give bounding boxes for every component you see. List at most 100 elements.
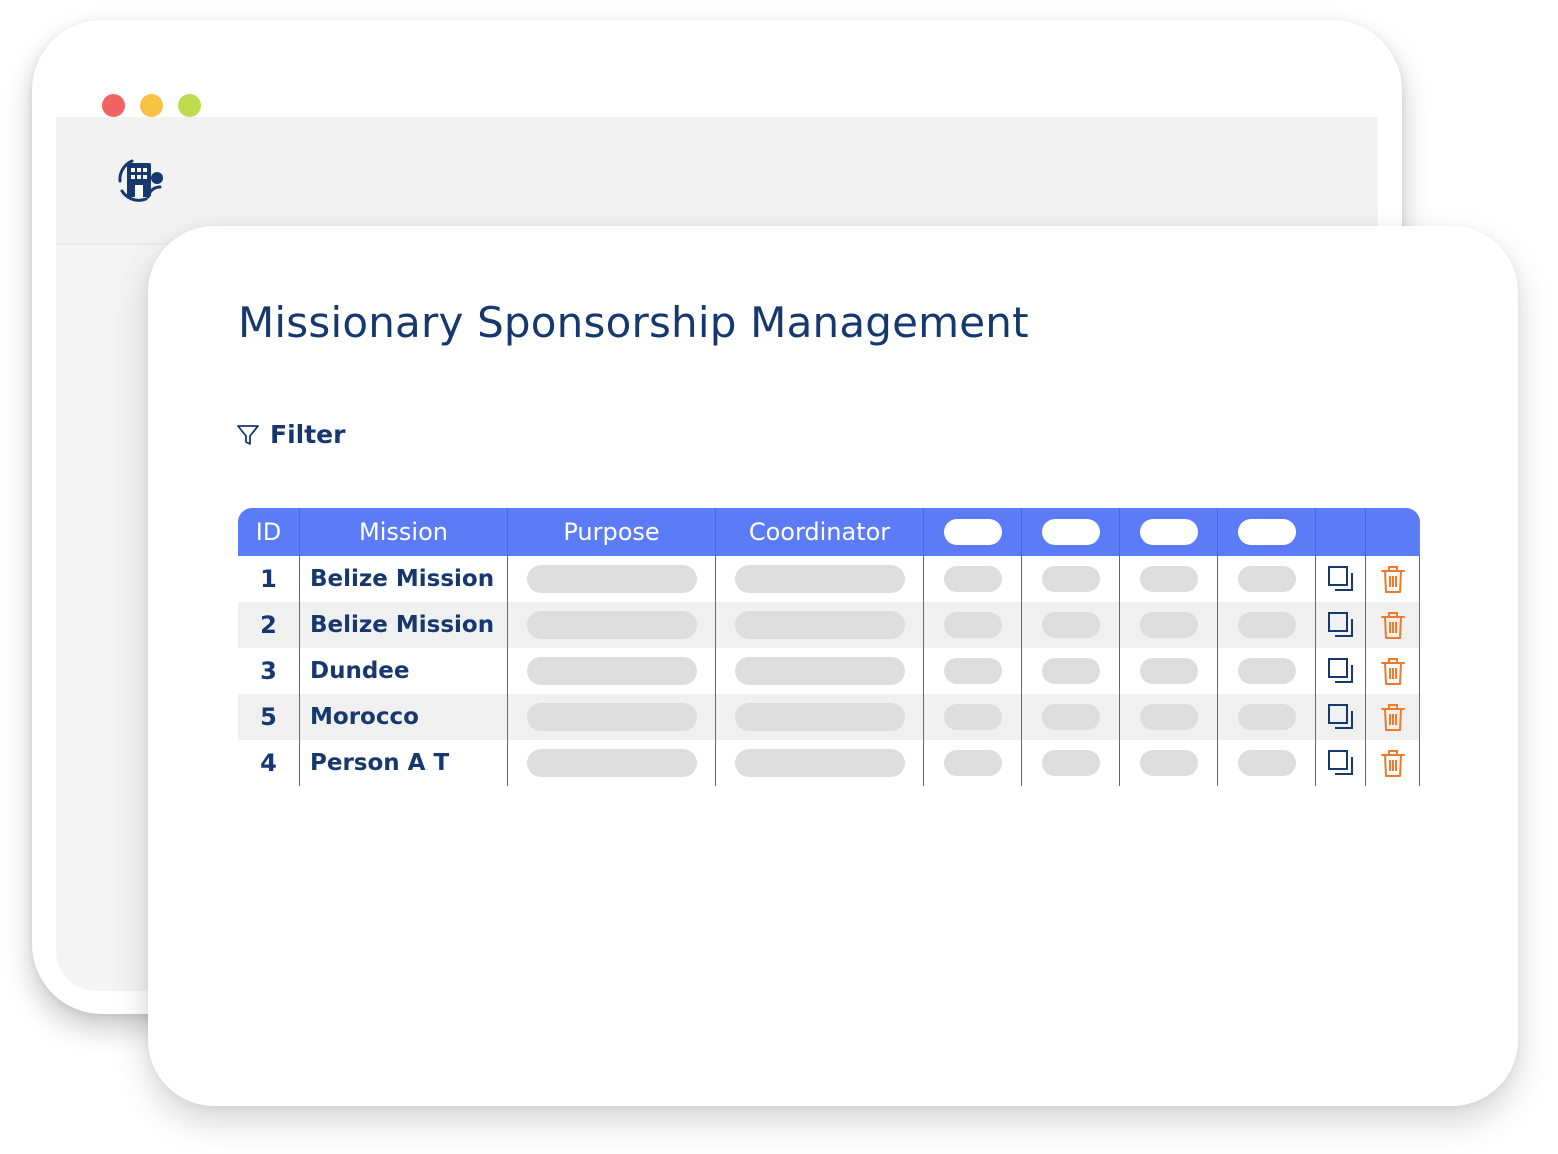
trash-icon[interactable]: [1377, 563, 1409, 595]
cell-placeholder: [1022, 648, 1120, 694]
column-header-label: Purpose: [563, 518, 660, 546]
cell-mission: Dundee: [300, 648, 508, 694]
column-header-mission[interactable]: Mission: [300, 508, 508, 556]
sponsorship-table: ID Mission Purpose Coordinator 1 Belize …: [238, 508, 1420, 786]
cell-mission: Morocco: [300, 694, 508, 740]
cell-purpose: [508, 556, 716, 602]
cell-id: 2: [238, 602, 300, 648]
window-close-dot[interactable]: [102, 94, 125, 117]
cell-placeholder: [1218, 740, 1316, 786]
placeholder-pill: [1139, 750, 1198, 776]
row-id: 3: [260, 657, 277, 685]
cell-delete: [1366, 740, 1420, 786]
column-header-placeholder[interactable]: [1022, 508, 1120, 556]
cell-placeholder: [1022, 694, 1120, 740]
placeholder-pill: [1139, 704, 1198, 730]
table-row[interactable]: 4 Person A T: [238, 740, 1420, 786]
cell-coordinator: [716, 648, 924, 694]
header-placeholder-pill: [1041, 519, 1100, 545]
page-title: Missionary Sponsorship Management: [238, 298, 1029, 347]
placeholder-pill: [943, 658, 1002, 684]
copy-icon[interactable]: [1325, 609, 1357, 641]
filter-button[interactable]: Filter: [236, 420, 345, 449]
header-placeholder-pill: [1237, 519, 1296, 545]
placeholder-pill: [1139, 612, 1198, 638]
column-header-label: Coordinator: [748, 518, 891, 546]
copy-icon[interactable]: [1325, 655, 1357, 687]
main-panel: Missionary Sponsorship Management Filter…: [148, 226, 1518, 1106]
cell-id: 4: [238, 740, 300, 786]
window-maximize-dot[interactable]: [178, 94, 201, 117]
copy-icon[interactable]: [1325, 701, 1357, 733]
table-row[interactable]: 2 Belize Mission: [238, 602, 1420, 648]
placeholder-pill: [1139, 566, 1198, 592]
table-row[interactable]: 5 Morocco: [238, 694, 1420, 740]
copy-icon[interactable]: [1325, 563, 1357, 595]
cell-placeholder: [1022, 740, 1120, 786]
trash-icon[interactable]: [1377, 747, 1409, 779]
cell-placeholder: [1022, 556, 1120, 602]
placeholder-pill: [1237, 704, 1296, 730]
table-row[interactable]: 1 Belize Mission: [238, 556, 1420, 602]
cell-purpose: [508, 694, 716, 740]
cell-copy: [1316, 740, 1366, 786]
cell-placeholder: [1218, 648, 1316, 694]
trash-icon[interactable]: [1377, 701, 1409, 733]
row-mission: Morocco: [310, 704, 419, 730]
placeholder-pill: [526, 749, 697, 777]
cell-purpose: [508, 602, 716, 648]
cell-mission: Person A T: [300, 740, 508, 786]
cell-id: 1: [238, 556, 300, 602]
building-logo-icon[interactable]: [110, 151, 166, 207]
placeholder-pill: [734, 611, 905, 639]
placeholder-pill: [1237, 658, 1296, 684]
placeholder-pill: [1237, 612, 1296, 638]
placeholder-pill: [734, 657, 905, 685]
placeholder-pill: [1041, 658, 1100, 684]
cell-coordinator: [716, 740, 924, 786]
cell-placeholder: [1120, 648, 1218, 694]
cell-coordinator: [716, 694, 924, 740]
placeholder-pill: [734, 703, 905, 731]
cell-delete: [1366, 648, 1420, 694]
column-header-id[interactable]: ID: [238, 508, 300, 556]
trash-icon[interactable]: [1377, 609, 1409, 641]
cell-mission: Belize Mission: [300, 556, 508, 602]
funnel-icon: [237, 424, 259, 445]
cell-purpose: [508, 740, 716, 786]
cell-id: 3: [238, 648, 300, 694]
cell-placeholder: [1218, 602, 1316, 648]
column-header-placeholder[interactable]: [1120, 508, 1218, 556]
column-header-purpose[interactable]: Purpose: [508, 508, 716, 556]
placeholder-pill: [1237, 750, 1296, 776]
cell-placeholder: [1218, 694, 1316, 740]
placeholder-pill: [1041, 704, 1100, 730]
table-row[interactable]: 3 Dundee: [238, 648, 1420, 694]
row-id: 1: [260, 565, 277, 593]
placeholder-pill: [526, 611, 697, 639]
column-header-label: ID: [255, 518, 282, 546]
trash-icon[interactable]: [1377, 655, 1409, 687]
column-header-placeholder[interactable]: [924, 508, 1022, 556]
table-header-row: ID Mission Purpose Coordinator: [238, 508, 1420, 556]
copy-icon[interactable]: [1325, 747, 1357, 779]
cell-placeholder: [1218, 556, 1316, 602]
placeholder-pill: [526, 703, 697, 731]
placeholder-pill: [943, 704, 1002, 730]
header-placeholder-pill: [943, 519, 1002, 545]
placeholder-pill: [943, 750, 1002, 776]
column-header-coordinator[interactable]: Coordinator: [716, 508, 924, 556]
row-id: 5: [260, 703, 277, 731]
row-id: 4: [260, 749, 277, 777]
row-mission: Person A T: [310, 750, 450, 776]
placeholder-pill: [1041, 750, 1100, 776]
cell-delete: [1366, 556, 1420, 602]
cell-placeholder: [1120, 740, 1218, 786]
cell-placeholder: [1120, 556, 1218, 602]
placeholder-pill: [943, 566, 1002, 592]
cell-placeholder: [924, 556, 1022, 602]
placeholder-pill: [734, 565, 905, 593]
placeholder-pill: [526, 657, 697, 685]
window-minimize-dot[interactable]: [140, 94, 163, 117]
column-header-placeholder[interactable]: [1218, 508, 1316, 556]
